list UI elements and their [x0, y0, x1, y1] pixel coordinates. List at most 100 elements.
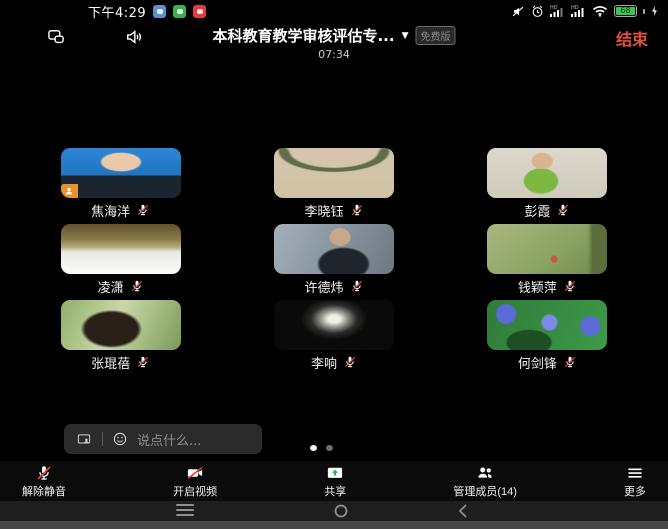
- meeting-title-group[interactable]: 本科教育教学审核评估专... ▼ 免费版: [212, 25, 455, 46]
- mic-muted-icon: [343, 355, 357, 369]
- toolbar-share-screen[interactable]: 共享: [324, 464, 346, 499]
- share-screen-icon: [325, 464, 345, 482]
- mic-muted-icon: [130, 279, 144, 293]
- participant-name-row: 许德炜: [304, 276, 363, 296]
- svg-text:HD: HD: [571, 5, 579, 11]
- participant-name-row: 李响: [311, 352, 357, 372]
- end-meeting-button[interactable]: 结束: [610, 25, 654, 51]
- notification-app-icon-blue: [153, 5, 166, 18]
- toolbar-label: 管理成员(14): [453, 483, 517, 499]
- more-icon: [625, 464, 645, 482]
- chat-panel-icon[interactable]: [75, 432, 93, 447]
- speaker-icon: [122, 27, 146, 47]
- participant-video-thumbnail[interactable]: [274, 148, 394, 198]
- chat-input-bar[interactable]: 说点什么...: [64, 424, 262, 454]
- emoji-icon[interactable]: [112, 431, 128, 447]
- participant-name: 焦海洋: [91, 201, 130, 220]
- mic-muted-icon: [136, 203, 150, 217]
- participant-video-thumbnail[interactable]: [61, 224, 181, 274]
- mic-muted-icon: [350, 279, 364, 293]
- battery-cap: [643, 9, 645, 14]
- participant-name-row: 钱颖萍: [518, 276, 577, 296]
- minimize-pip-button[interactable]: [44, 27, 68, 50]
- chat-placeholder: 说点什么...: [137, 430, 201, 449]
- bottom-toolbar: 解除静音 开启视频 共享 管理成员(14) 更多: [0, 461, 668, 501]
- toolbar-label: 解除静音: [22, 483, 66, 499]
- recents-icon[interactable]: [176, 504, 194, 520]
- page-dot-active: [310, 445, 317, 451]
- participant-cell: 李晓钰: [227, 148, 440, 220]
- mic-muted-icon: [136, 355, 150, 369]
- participant-cell: 焦海洋: [14, 148, 227, 220]
- meeting-timer: 07:34: [318, 48, 350, 61]
- chat-divider: [102, 432, 103, 446]
- participant-cell: 凌潇: [14, 224, 227, 296]
- gesture-bar: [0, 521, 668, 529]
- toolbar-mic-muted[interactable]: 解除静音: [22, 464, 66, 499]
- participant-name-row: 焦海洋: [91, 200, 150, 220]
- participant-name: 李晓钰: [304, 201, 343, 220]
- home-icon[interactable]: [334, 504, 348, 521]
- host-badge: [61, 184, 78, 198]
- toolbar-label: 开启视频: [173, 483, 217, 499]
- meeting-header: 本科教育教学审核评估专... ▼ 免费版 结束 07:34: [0, 22, 668, 60]
- status-time: 下午4:29: [88, 2, 146, 21]
- toolbar-camera-muted[interactable]: 开启视频: [173, 464, 217, 499]
- audio-output-button[interactable]: [122, 27, 146, 50]
- participant-cell: 张琨蓓: [14, 300, 227, 372]
- mic-muted-icon: [35, 464, 53, 482]
- signal-hd-icon-1: HD: [550, 4, 565, 18]
- toolbar-label: 共享: [324, 483, 346, 499]
- participant-video-thumbnail[interactable]: [61, 300, 181, 350]
- battery-percent: 68: [616, 7, 635, 15]
- page-dot: [326, 445, 333, 451]
- battery-icon: 68: [614, 5, 637, 17]
- host-icon: [64, 186, 74, 196]
- chevron-down-icon: ▼: [402, 31, 409, 41]
- participant-name-row: 彭霞: [524, 200, 570, 220]
- svg-text:HD: HD: [550, 5, 558, 11]
- toolbar-label: 更多: [624, 483, 646, 499]
- mic-muted-icon: [563, 355, 577, 369]
- plan-badge: 免费版: [416, 26, 456, 45]
- meeting-title: 本科教育教学审核评估专...: [212, 25, 394, 46]
- toolbar-members[interactable]: 管理成员(14): [453, 464, 517, 499]
- participant-name: 彭霞: [524, 201, 550, 220]
- participant-cell: 彭霞: [441, 148, 654, 220]
- mic-muted-icon: [563, 279, 577, 293]
- meeting-screen: 下午4:29 HD HD 68 本科教育教学审核评估专... ▼ 免费版 结束 …: [0, 0, 668, 529]
- participant-video-thumbnail[interactable]: [61, 148, 181, 198]
- minimize-pip-icon: [44, 27, 68, 47]
- status-icons: HD HD 68: [511, 4, 658, 18]
- toolbar-more[interactable]: 更多: [624, 464, 646, 499]
- participant-name-row: 何剑锋: [518, 352, 577, 372]
- participant-name: 何剑锋: [518, 353, 557, 372]
- ringer-muted-icon: [511, 5, 525, 18]
- alarm-icon: [531, 5, 544, 18]
- mic-muted-icon: [350, 203, 364, 217]
- status-bar: 下午4:29 HD HD 68: [0, 0, 668, 20]
- signal-hd-icon-2: HD: [571, 4, 586, 18]
- participant-name-row: 凌潇: [98, 276, 144, 296]
- participant-name: 李响: [311, 353, 337, 372]
- participant-video-thumbnail[interactable]: [487, 300, 607, 350]
- participant-name: 许德炜: [304, 277, 343, 296]
- participant-grid: 焦海洋 李晓钰 彭霞凌潇 许德炜 钱颖萍张琨蓓 李响 何剑锋: [14, 148, 654, 372]
- camera-muted-icon: [184, 464, 206, 482]
- back-icon[interactable]: [458, 504, 468, 521]
- members-icon: [474, 464, 496, 482]
- charging-bolt-icon: [651, 5, 658, 17]
- wifi-icon: [592, 5, 608, 17]
- participant-name: 张琨蓓: [91, 353, 130, 372]
- participant-cell: 钱颖萍: [441, 224, 654, 296]
- participant-cell: 李响: [227, 300, 440, 372]
- participant-name: 钱颖萍: [518, 277, 557, 296]
- page-indicator: [310, 445, 333, 451]
- participant-video-thumbnail[interactable]: [487, 148, 607, 198]
- participant-name-row: 张琨蓓: [91, 352, 150, 372]
- mic-muted-icon: [556, 203, 570, 217]
- participant-video-thumbnail[interactable]: [487, 224, 607, 274]
- participant-video-thumbnail[interactable]: [274, 300, 394, 350]
- participant-cell: 何剑锋: [441, 300, 654, 372]
- participant-video-thumbnail[interactable]: [274, 224, 394, 274]
